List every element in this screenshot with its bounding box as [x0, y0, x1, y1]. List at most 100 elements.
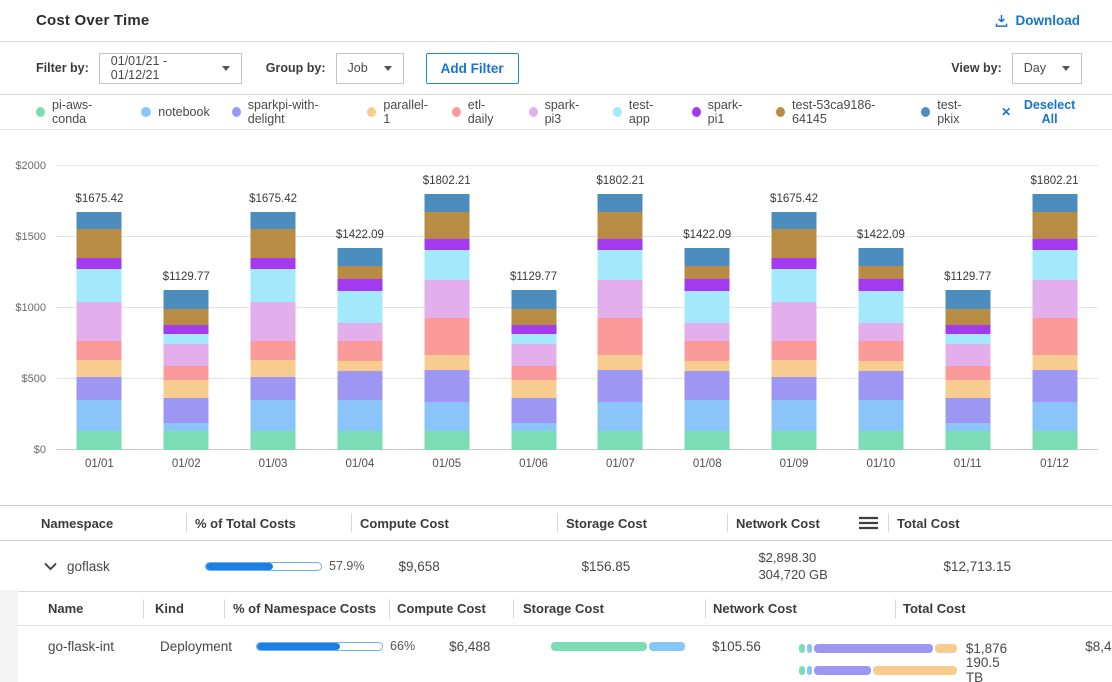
- bar-segment-spark-pi1[interactable]: [945, 325, 990, 335]
- bar-segment-sparkpi-with-delight[interactable]: [511, 398, 556, 424]
- bar-segment-test-app[interactable]: [858, 291, 903, 324]
- bar-segment-spark-pi3[interactable]: [164, 344, 209, 365]
- bar-segment-test-app[interactable]: [164, 334, 209, 344]
- bar-segment-test-53ca9186-64145[interactable]: [858, 266, 903, 278]
- bar-segment-sparkpi-with-delight[interactable]: [424, 370, 469, 401]
- bar-segment-etl-daily[interactable]: [251, 341, 296, 361]
- bar-segment-notebook[interactable]: [424, 402, 469, 431]
- download-button[interactable]: Download: [994, 13, 1081, 28]
- bar-segment-test-pkix[interactable]: [251, 212, 296, 229]
- bar-segment-parallel-1[interactable]: [251, 360, 296, 377]
- legend-item-parallel-1[interactable]: parallel-1: [367, 98, 429, 126]
- group-by-select[interactable]: Job: [336, 53, 404, 84]
- stacked-bar[interactable]: [164, 290, 209, 450]
- bar-segment-spark-pi1[interactable]: [424, 239, 469, 250]
- bar-segment-test-pkix[interactable]: [945, 290, 990, 309]
- bar-segment-parallel-1[interactable]: [164, 380, 209, 397]
- bar-segment-test-app[interactable]: [77, 269, 122, 302]
- bar-segment-test-pkix[interactable]: [424, 194, 469, 211]
- bar-segment-test-53ca9186-64145[interactable]: [164, 309, 209, 325]
- date-range-select[interactable]: 01/01/21 - 01/12/21: [99, 53, 242, 84]
- bar-segment-test-53ca9186-64145[interactable]: [424, 212, 469, 239]
- stacked-bar[interactable]: [1032, 194, 1077, 450]
- bar-segment-pi-aws-conda[interactable]: [685, 431, 730, 450]
- stacked-bar[interactable]: [511, 290, 556, 450]
- bar-segment-pi-aws-conda[interactable]: [337, 431, 382, 450]
- bar-segment-test-app[interactable]: [945, 334, 990, 344]
- bar-segment-notebook[interactable]: [1032, 402, 1077, 431]
- bar-segment-notebook[interactable]: [858, 400, 903, 431]
- bar-segment-test-53ca9186-64145[interactable]: [598, 212, 643, 239]
- bar-segment-sparkpi-with-delight[interactable]: [251, 377, 296, 400]
- legend-item-spark-pi3[interactable]: spark-pi3: [529, 98, 591, 126]
- bar-segment-test-app[interactable]: [1032, 250, 1077, 280]
- bar-segment-notebook[interactable]: [251, 400, 296, 431]
- bar-segment-etl-daily[interactable]: [598, 318, 643, 355]
- bar-segment-spark-pi1[interactable]: [251, 258, 296, 268]
- legend-item-spark-pi1[interactable]: spark-pi1: [692, 98, 754, 126]
- legend-item-pi-aws-conda[interactable]: pi-aws-conda: [36, 98, 119, 126]
- legend-item-test-pkix[interactable]: test-pkix: [921, 98, 979, 126]
- stacked-bar[interactable]: [337, 248, 382, 450]
- bar-segment-spark-pi3[interactable]: [251, 302, 296, 341]
- bar-segment-spark-pi1[interactable]: [772, 258, 817, 268]
- bar-segment-sparkpi-with-delight[interactable]: [1032, 370, 1077, 401]
- bar-segment-spark-pi3[interactable]: [858, 323, 903, 340]
- stacked-bar[interactable]: [598, 194, 643, 450]
- bar-segment-etl-daily[interactable]: [772, 341, 817, 361]
- bar-segment-parallel-1[interactable]: [424, 355, 469, 370]
- bar-segment-etl-daily[interactable]: [337, 341, 382, 361]
- bar-segment-spark-pi3[interactable]: [945, 344, 990, 365]
- stacked-bar[interactable]: [945, 290, 990, 450]
- bar-segment-etl-daily[interactable]: [1032, 318, 1077, 355]
- bar-segment-test-53ca9186-64145[interactable]: [511, 309, 556, 325]
- bar-segment-sparkpi-with-delight[interactable]: [598, 370, 643, 401]
- bar-segment-pi-aws-conda[interactable]: [945, 431, 990, 450]
- bar-segment-spark-pi1[interactable]: [685, 279, 730, 291]
- bar-segment-parallel-1[interactable]: [1032, 355, 1077, 370]
- stacked-bar[interactable]: [685, 248, 730, 450]
- bar-segment-sparkpi-with-delight[interactable]: [337, 371, 382, 400]
- bar-segment-etl-daily[interactable]: [164, 366, 209, 381]
- bar-segment-test-pkix[interactable]: [858, 248, 903, 266]
- bar-segment-spark-pi3[interactable]: [337, 323, 382, 340]
- bar-segment-spark-pi1[interactable]: [598, 239, 643, 250]
- add-filter-button[interactable]: Add Filter: [426, 53, 519, 84]
- bar-segment-spark-pi3[interactable]: [424, 280, 469, 318]
- bar-segment-parallel-1[interactable]: [945, 380, 990, 397]
- bar-segment-spark-pi3[interactable]: [772, 302, 817, 341]
- bar-segment-notebook[interactable]: [772, 400, 817, 431]
- chevron-down-icon[interactable]: [44, 562, 57, 571]
- legend-item-sparkpi-with-delight[interactable]: sparkpi-with-delight: [232, 98, 346, 126]
- bar-segment-spark-pi3[interactable]: [77, 302, 122, 341]
- bar-segment-notebook[interactable]: [685, 400, 730, 431]
- bar-segment-etl-daily[interactable]: [858, 341, 903, 361]
- bar-segment-sparkpi-with-delight[interactable]: [945, 398, 990, 424]
- bar-segment-spark-pi1[interactable]: [77, 258, 122, 268]
- bar-segment-parallel-1[interactable]: [511, 380, 556, 397]
- bar-segment-notebook[interactable]: [598, 402, 643, 431]
- bar-segment-test-app[interactable]: [511, 334, 556, 344]
- bar-segment-sparkpi-with-delight[interactable]: [772, 377, 817, 400]
- bar-segment-pi-aws-conda[interactable]: [251, 431, 296, 450]
- bar-segment-spark-pi1[interactable]: [337, 279, 382, 291]
- bar-segment-pi-aws-conda[interactable]: [1032, 431, 1077, 450]
- stacked-bar[interactable]: [858, 248, 903, 450]
- deselect-all-button[interactable]: ✕ Deselect All: [1001, 98, 1082, 126]
- bar-segment-notebook[interactable]: [945, 423, 990, 431]
- bar-segment-etl-daily[interactable]: [685, 341, 730, 361]
- bar-segment-spark-pi3[interactable]: [511, 344, 556, 365]
- bar-segment-test-pkix[interactable]: [598, 194, 643, 211]
- bar-segment-test-app[interactable]: [685, 291, 730, 324]
- bar-segment-sparkpi-with-delight[interactable]: [164, 398, 209, 424]
- bar-segment-test-pkix[interactable]: [511, 290, 556, 309]
- bar-segment-parallel-1[interactable]: [685, 361, 730, 371]
- bar-segment-test-app[interactable]: [424, 250, 469, 280]
- bar-segment-etl-daily[interactable]: [77, 341, 122, 361]
- bar-segment-sparkpi-with-delight[interactable]: [685, 371, 730, 400]
- column-menu-icon[interactable]: [859, 516, 878, 530]
- bar-segment-test-pkix[interactable]: [77, 212, 122, 229]
- bar-segment-test-53ca9186-64145[interactable]: [1032, 212, 1077, 239]
- bar-segment-parallel-1[interactable]: [772, 360, 817, 377]
- bar-segment-test-53ca9186-64145[interactable]: [685, 266, 730, 278]
